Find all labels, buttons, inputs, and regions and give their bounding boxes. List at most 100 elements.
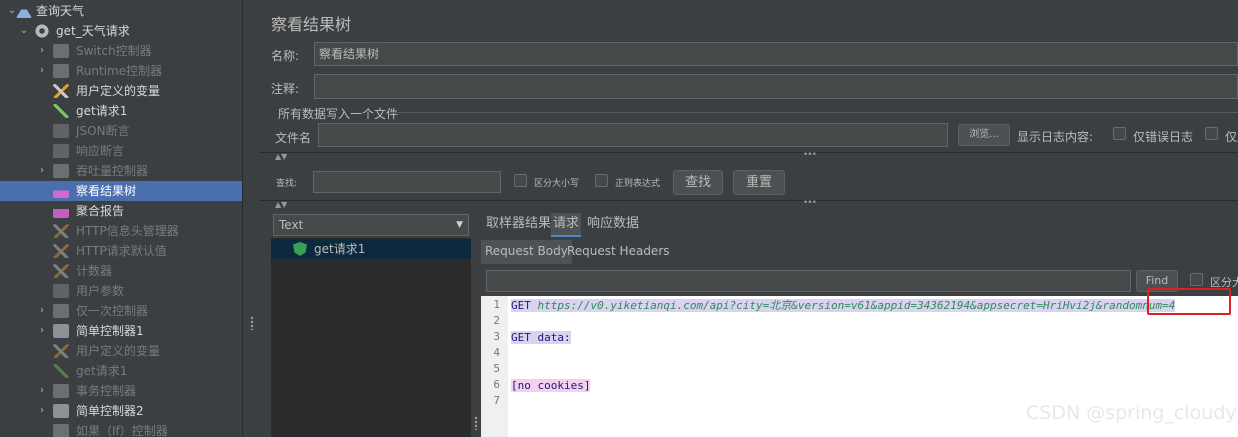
comment-field[interactable] [314, 74, 1238, 99]
search-input[interactable] [313, 171, 501, 193]
tree-item[interactable]: ⌄ get_天气请求 [0, 21, 242, 41]
tree-item[interactable]: › 吞吐量控制器 [0, 161, 242, 181]
tree-item-label: 响应断言 [76, 144, 125, 158]
tools-icon [53, 344, 69, 358]
tree-item-label: Runtime控制器 [76, 64, 163, 78]
panel-title: 察看结果树 [271, 15, 352, 34]
tree-item[interactable]: get请求1 [0, 361, 242, 381]
line-number: 2 [493, 314, 500, 327]
splitter-grip-icon[interactable] [474, 416, 478, 430]
collapse-arrows-icon[interactable]: ▲▼ [275, 200, 287, 209]
split-grip-icon[interactable]: ••• [803, 198, 817, 208]
tab-response-data[interactable]: 响应数据 [585, 213, 641, 237]
chevron-down-icon[interactable]: ▼ [456, 215, 463, 235]
top-split-bar[interactable]: ▲▼ ••• [260, 150, 1238, 161]
line-number: 6 [493, 378, 500, 391]
collapse-arrows-icon[interactable]: ▲▼ [275, 152, 287, 161]
tree-item[interactable]: 用户定义的变量 [0, 341, 242, 361]
request-url: https://v0.yiketianqi.com/api?city=北京&ve… [537, 299, 1176, 312]
tools-icon [53, 244, 69, 258]
tree-item[interactable]: › Switch控制器 [0, 41, 242, 61]
line-number: 4 [493, 346, 500, 359]
tab-sampler-result[interactable]: 取样器结果 [484, 213, 553, 237]
document-icon [53, 144, 69, 158]
tree-item[interactable]: 用户参数 [0, 281, 242, 301]
filename-field[interactable] [318, 123, 948, 147]
chart-icon [53, 184, 69, 198]
controller-icon [53, 304, 69, 318]
case-sensitive-checkbox[interactable] [514, 174, 527, 187]
controller-icon [53, 404, 69, 418]
tree-item-label: HTTP信息头管理器 [76, 224, 179, 238]
tree-item[interactable]: › 仅一次控制器 [0, 301, 242, 321]
tree-item[interactable]: 如果（If）控制器 [0, 421, 242, 437]
tree-item[interactable]: 响应断言 [0, 141, 242, 161]
tree-item[interactable]: 用户定义的变量 [0, 81, 242, 101]
subtab-request-headers[interactable]: Request Headers [563, 240, 674, 264]
chevron-right-icon[interactable]: › [36, 161, 48, 181]
splitter-grip-icon[interactable] [250, 316, 254, 330]
tree-item-label: 用户定义的变量 [76, 344, 161, 358]
search-label: 查找: [276, 179, 298, 189]
regex-checkbox[interactable] [595, 174, 608, 187]
chart-icon [53, 204, 69, 218]
tree-item[interactable]: › 简单控制器2 [0, 401, 242, 421]
success-only-checkbox[interactable] [1205, 127, 1218, 140]
file-section-label: 所有数据写入一个文件 [278, 107, 399, 121]
name-field[interactable]: 察看结果树 [314, 42, 1238, 66]
tree-item[interactable]: get请求1 [0, 101, 242, 121]
chevron-right-icon[interactable]: › [36, 41, 48, 61]
tree-item[interactable]: 计数器 [0, 261, 242, 281]
tree-item[interactable]: JSON断言 [0, 121, 242, 141]
tree-item-label: 简单控制器1 [76, 324, 144, 338]
tab-request[interactable]: 请求 [551, 213, 582, 237]
comment-label: 注释: [271, 82, 300, 96]
chevron-down-icon[interactable]: ⌄ [6, 1, 18, 21]
errors-only-checkbox[interactable] [1113, 127, 1126, 140]
search-button[interactable]: 查找 [673, 170, 723, 195]
result-splitter[interactable] [471, 213, 481, 437]
tree-item[interactable]: 察看结果树 [0, 181, 242, 201]
tree-item[interactable]: › 事务控制器 [0, 381, 242, 401]
tree-item[interactable]: › 简单控制器1 [0, 321, 242, 341]
tree-splitter[interactable] [242, 0, 260, 437]
gear-icon [34, 24, 50, 38]
renderer-select[interactable]: Text ▼ [273, 214, 469, 236]
chevron-right-icon[interactable]: › [36, 381, 48, 401]
regex-label: 正则表达式 [615, 179, 661, 189]
name-label: 名称: [271, 49, 300, 63]
chevron-right-icon[interactable]: › [36, 301, 48, 321]
tree-item[interactable]: HTTP信息头管理器 [0, 221, 242, 241]
tree-item[interactable]: HTTP请求默认值 [0, 241, 242, 261]
line-number: 3 [493, 330, 500, 343]
chevron-right-icon[interactable]: › [36, 321, 48, 341]
tree-item-label: JSON断言 [76, 124, 130, 138]
split-grip-icon[interactable]: ••• [803, 150, 817, 160]
flask-icon [16, 4, 32, 18]
tree-item-label: Switch控制器 [76, 44, 152, 58]
tree-item-label: 用户参数 [76, 284, 125, 298]
tree-item[interactable]: 聚合报告 [0, 201, 242, 221]
view-results-tree-panel: 察看结果树 名称: 察看结果树 注释: 所有数据写入一个文件 文件名 浏览...… [260, 0, 1238, 437]
tree-item-label: 查询天气 [36, 4, 85, 18]
test-plan-tree[interactable]: ⌄ 查询天气 ⌄ get_天气请求 › Switch控制器 › Runtime控制器 用户定义的… [0, 0, 242, 437]
middle-split-bar[interactable]: ▲▼ ••• [260, 198, 1238, 209]
controller-icon [53, 384, 69, 398]
reset-button[interactable]: 重置 [733, 170, 785, 195]
sampler-pen-icon [53, 104, 69, 118]
find-case-checkbox[interactable] [1190, 273, 1203, 286]
sample-item[interactable]: get请求1 [271, 239, 471, 259]
tree-item[interactable]: ⌄ 查询天气 [0, 1, 242, 21]
tree-item[interactable]: › Runtime控制器 [0, 61, 242, 81]
browse-button[interactable]: 浏览... [958, 124, 1010, 146]
errors-only-label: 仅错误日志 [1133, 130, 1194, 144]
highlight-annotation-box [1147, 288, 1231, 315]
tree-item-label: 如果（If）控制器 [76, 424, 168, 437]
chevron-right-icon[interactable]: › [36, 401, 48, 421]
sample-result-list[interactable]: get请求1 [271, 238, 471, 437]
chevron-right-icon[interactable]: › [36, 61, 48, 81]
subtab-request-body[interactable]: Request Body [481, 240, 572, 264]
shield-check-icon [293, 242, 307, 256]
chevron-down-icon[interactable]: ⌄ [18, 21, 30, 41]
find-input[interactable] [486, 270, 1131, 292]
